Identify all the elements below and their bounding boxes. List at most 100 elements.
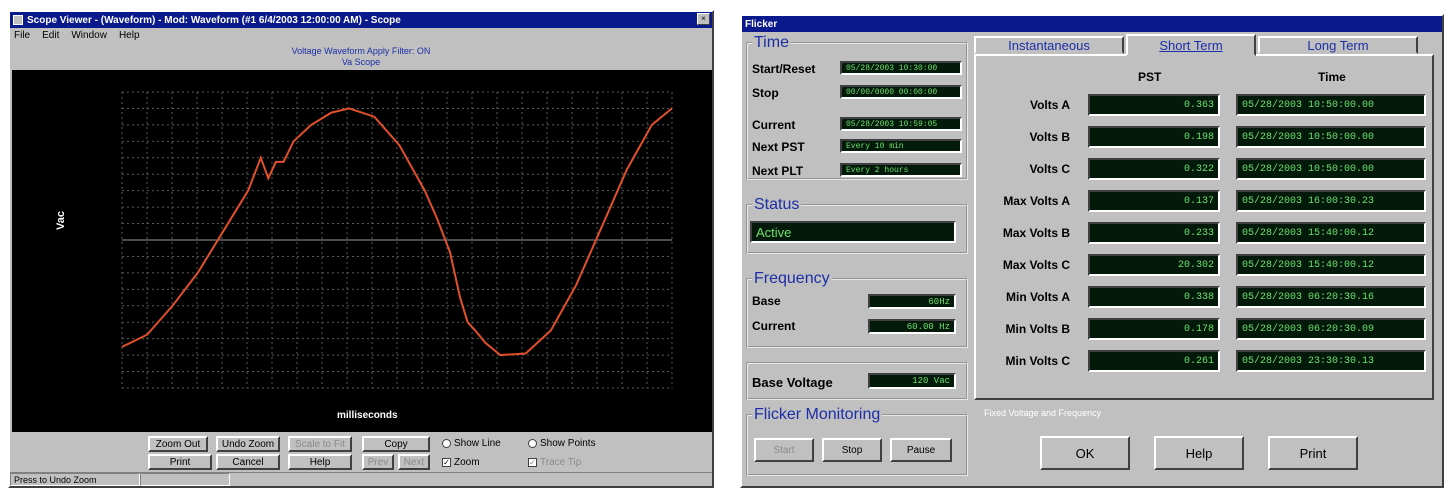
time-value: 05/28/2003 10:50:00.00 (1236, 158, 1426, 180)
flicker-window: Flicker Time Start/Reset 05/28/2003 10:3… (740, 14, 1444, 488)
pst-value: 0.363 (1088, 94, 1220, 116)
show-points-option[interactable]: Show Points (528, 438, 596, 449)
scope-viewer-titlebar[interactable]: Scope Viewer - (Waveform) - Mod: Wavefor… (10, 12, 712, 28)
frequency-current-label: Current (752, 319, 796, 333)
fixed-voltage-note: Fixed Voltage and Frequency (984, 408, 1102, 418)
time-value: 05/28/2003 15:40:00.12 (1236, 254, 1426, 276)
frequency-group-title: Frequency (752, 270, 832, 288)
row-label: Max Volts B (1002, 226, 1070, 240)
status-value: Active (750, 221, 956, 243)
pst-value: 0.137 (1088, 190, 1220, 212)
flicker-monitoring-title: Flicker Monitoring (752, 406, 883, 424)
zoom-checkbox[interactable]: ✓ (442, 458, 451, 467)
window-title: Scope Viewer - (Waveform) - Mod: Wavefor… (27, 14, 401, 26)
y-axis-label: Vac (55, 211, 67, 230)
pst-value: 0.178 (1088, 318, 1220, 340)
pst-value: 0.233 (1088, 222, 1220, 244)
time-value: 05/28/2003 10:50:00.00 (1236, 94, 1426, 116)
undo-zoom-button[interactable]: Undo Zoom (216, 436, 280, 452)
chart-header: Voltage Waveform Apply Filter: ON Va Sco… (10, 46, 712, 68)
row-label: Volts C (1029, 162, 1070, 176)
pst-value: 0.261 (1088, 350, 1220, 372)
show-line-option[interactable]: Show Line (442, 438, 501, 449)
zoom-option[interactable]: ✓ Zoom (442, 457, 480, 468)
zoom-label: Zoom (454, 457, 480, 468)
close-icon[interactable]: × (697, 13, 710, 25)
chart-subtitle: Va Scope (341, 57, 381, 67)
frequency-group (746, 278, 968, 348)
next-button[interactable]: Next (398, 454, 430, 470)
show-points-radio[interactable] (528, 439, 537, 448)
prev-button[interactable]: Prev (362, 454, 394, 470)
row-label: Min Volts A (1006, 290, 1070, 304)
show-points-label: Show Points (540, 438, 596, 449)
copy-button[interactable]: Copy (362, 436, 430, 452)
next-plt-label: Next PLT (752, 164, 804, 178)
time-value: 05/28/2003 23:30:30.13 (1236, 350, 1426, 372)
help-button[interactable]: Help (288, 454, 352, 470)
time-value: 05/28/2003 06:20:30.16 (1236, 286, 1426, 308)
flicker-titlebar[interactable]: Flicker (742, 16, 1442, 32)
tab-short-term[interactable]: Short Term (1126, 34, 1256, 56)
waveform-chart[interactable]: Vac milliseconds (12, 70, 712, 432)
row-label: Min Volts B (1005, 322, 1070, 336)
time-value: 05/28/2003 06:20:30.09 (1236, 318, 1426, 340)
next-pst-value: Every 10 min (840, 139, 962, 153)
chart-panel[interactable]: Vac milliseconds (12, 70, 712, 432)
tab-long-term[interactable]: Long Term (1258, 36, 1418, 54)
trace-tip-checkbox[interactable]: ✓ (528, 458, 537, 467)
app-icon (13, 15, 23, 25)
print-button[interactable]: Print (148, 454, 212, 470)
tab-instantaneous[interactable]: Instantaneous (974, 36, 1124, 54)
row-label: Min Volts C (1005, 354, 1070, 368)
stop-button[interactable]: Stop (822, 438, 882, 462)
status-group-title: Status (752, 196, 802, 214)
status-bar: Press to Undo Zoom (10, 472, 712, 486)
show-line-radio[interactable] (442, 439, 451, 448)
trace-tip-option[interactable]: ✓ Trace Tip (528, 457, 581, 468)
trace-tip-label: Trace Tip (540, 457, 582, 468)
stop-label: Stop (752, 86, 779, 100)
pst-value: 0.338 (1088, 286, 1220, 308)
status-text: Press to Undo Zoom (10, 473, 140, 486)
start-reset-value: 05/28/2003 10:30:00 (840, 61, 962, 75)
current-value: 05/28/2003 10:59:05 (840, 117, 962, 131)
base-value: 60Hz (868, 294, 956, 309)
menu-edit[interactable]: Edit (42, 30, 59, 41)
scale-to-fit-button[interactable]: Scale to Fit (288, 436, 352, 452)
menu-help[interactable]: Help (119, 30, 140, 41)
pause-button[interactable]: Pause (890, 438, 952, 462)
help-button[interactable]: Help (1154, 436, 1244, 470)
pst-value: 0.198 (1088, 126, 1220, 148)
base-label: Base (752, 294, 781, 308)
time-group-title: Time (752, 34, 791, 52)
time-value: 05/28/2003 10:50:00.00 (1236, 126, 1426, 148)
x-axis-label: milliseconds (337, 410, 398, 421)
row-label: Volts B (1029, 130, 1070, 144)
base-voltage-label: Base Voltage (752, 375, 833, 390)
ok-button[interactable]: OK (1040, 436, 1130, 470)
row-label: Volts A (1029, 98, 1070, 112)
stop-value: 00/00/0000 00:00:00 (840, 85, 962, 99)
row-label: Max Volts C (1002, 258, 1070, 272)
start-button[interactable]: Start (754, 438, 814, 462)
flicker-title: Flicker (745, 18, 778, 30)
pst-column-header: PST (1138, 70, 1162, 84)
time-value: 05/28/2003 16:00:30.23 (1236, 190, 1426, 212)
menu-bar: File Edit Window Help (10, 28, 712, 42)
base-voltage-value: 120 Vac (868, 373, 956, 389)
chart-title: Voltage Waveform Apply Filter: ON (291, 46, 431, 56)
start-reset-label: Start/Reset (752, 62, 816, 76)
pst-value: 20.302 (1088, 254, 1220, 276)
menu-file[interactable]: File (14, 30, 30, 41)
cancel-button[interactable]: Cancel (216, 454, 280, 470)
row-label: Max Volts A (1003, 194, 1070, 208)
print-button[interactable]: Print (1268, 436, 1358, 470)
time-column-header: Time (1318, 70, 1346, 84)
menu-window[interactable]: Window (71, 30, 107, 41)
status-pane-2 (140, 473, 230, 486)
next-pst-label: Next PST (752, 140, 805, 154)
frequency-current-value: 60.00 Hz (868, 319, 956, 334)
zoom-out-button[interactable]: Zoom Out (148, 436, 208, 452)
next-plt-value: Every 2 hours (840, 163, 962, 177)
